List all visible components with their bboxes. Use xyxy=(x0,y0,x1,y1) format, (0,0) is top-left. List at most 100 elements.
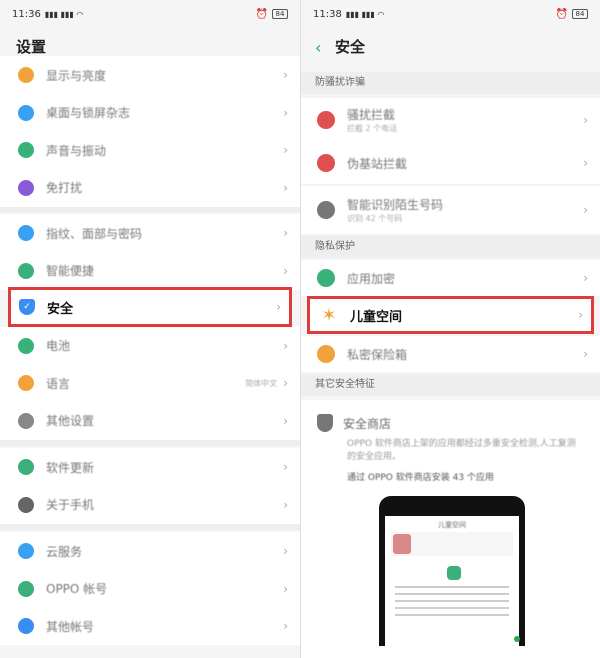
security-item-label: 应用加密 xyxy=(347,271,396,286)
settings-item-label: 桌面与锁屏杂志 xyxy=(46,106,131,120)
settings-item-security[interactable]: ✓ 安全 › xyxy=(8,287,292,327)
back-arrow-icon[interactable]: ‹ xyxy=(315,38,321,57)
status-bar: 11:36 ▮▮▮ ▮▮▮ ◠ ⏰ 84 xyxy=(0,0,300,28)
chevron-right-icon: › xyxy=(283,376,288,390)
settings-item-row[interactable]: 软件更新 › xyxy=(0,448,300,486)
chevron-right-icon: › xyxy=(276,300,281,314)
settings-item-row[interactable]: 免打扰 › xyxy=(0,168,300,207)
alarm-icon: ⏰ xyxy=(555,8,568,20)
page-title: 安全 xyxy=(335,38,366,56)
security-item[interactable]: 应用加密 › xyxy=(301,260,600,296)
shield-icon: ✓ xyxy=(19,299,35,315)
child-icon: ✶ xyxy=(321,304,337,326)
store-install-count: 通过 OPPO 软件商店安装 43 个应用 xyxy=(347,473,494,483)
moon-icon xyxy=(18,179,34,196)
chevron-right-icon: › xyxy=(283,263,288,278)
sun-icon xyxy=(18,67,34,83)
section-header-privacy: 隐私保护 xyxy=(301,236,600,258)
folder-icon xyxy=(317,345,335,363)
settings-item-row[interactable]: 显示与亮度 › xyxy=(0,56,300,94)
security-item-label: 私密保险箱 xyxy=(347,347,408,362)
security-item[interactable]: 伪基站拦截 › xyxy=(301,142,600,184)
desktop-icon xyxy=(18,104,34,121)
settings-item-label: OPPO 帐号 xyxy=(46,582,108,596)
settings-item-label: 电池 xyxy=(46,339,71,353)
battery-icon xyxy=(18,337,34,354)
section-header-other: 其它安全特征 xyxy=(301,374,600,396)
settings-item-label: 智能便捷 xyxy=(46,264,95,278)
chevron-right-icon: › xyxy=(283,105,288,120)
settings-item-row[interactable]: 其他设置 › xyxy=(0,401,300,440)
chevron-right-icon: › xyxy=(583,203,588,217)
chevron-right-icon: › xyxy=(283,460,288,474)
settings-item-label: 云服务 xyxy=(46,544,83,559)
security-item[interactable]: 私密保险箱 › xyxy=(301,336,600,372)
chevron-right-icon: › xyxy=(583,347,588,361)
chevron-right-icon: › xyxy=(583,271,588,285)
screenshot: 11:36 ▮▮▮ ▮▮▮ ◠ ⏰ 84 设置 显示与亮度 › 桌面与锁屏杂志 › 声音与振… xyxy=(0,0,600,658)
settings-item-label: 软件更新 xyxy=(46,460,95,475)
gear-icon xyxy=(18,412,34,429)
chevron-right-icon: › xyxy=(578,308,583,322)
alarm-icon: ⏰ xyxy=(255,8,268,20)
settings-item-label: 语言 xyxy=(46,376,71,391)
chevron-right-icon: › xyxy=(283,143,288,157)
chevron-right-icon: › xyxy=(283,581,288,596)
settings-item-row[interactable]: 语言 简体中文 › xyxy=(0,364,300,402)
security-screen: 11:38 ▮▮▮ ▮▮▮ ◠ ⏰ 84 ‹ 安全 防骚扰诈骗 隐私保护 其它安全特… xyxy=(300,0,600,658)
settings-item-row[interactable]: 电池 › xyxy=(0,326,300,365)
settings-item-label: 其他帐号 xyxy=(46,619,95,634)
settings-item-row[interactable]: 其他帐号 › xyxy=(0,607,300,645)
shield-icon xyxy=(447,566,461,580)
security-item-subtitle: 拦截 2 个电话 xyxy=(347,124,398,133)
user-icon xyxy=(18,580,34,597)
settings-item-row[interactable]: 声音与振动 › xyxy=(0,131,300,169)
settings-item-row[interactable]: 指纹、面部与密码 › xyxy=(0,214,300,252)
chevron-right-icon: › xyxy=(283,497,288,512)
time: 11:36 xyxy=(12,8,41,20)
settings-item-row[interactable]: 关于手机 › xyxy=(0,485,300,524)
security-item[interactable]: 骚扰拦截 拦截 2 个电话 › xyxy=(301,98,600,142)
settings-item-label: 安全 xyxy=(47,301,74,317)
security-item-label: 伪基站拦截 xyxy=(347,156,408,171)
settings-item-row[interactable]: 智能便捷 › xyxy=(0,251,300,290)
security-item[interactable]: 智能识别陌生号码 识别 42 个号码 › xyxy=(301,186,600,234)
settings-screen: 11:36 ▮▮▮ ▮▮▮ ◠ ⏰ 84 设置 显示与亮度 › 桌面与锁屏杂志 › 声音与振… xyxy=(0,0,300,658)
shield-icon xyxy=(317,414,333,432)
security-item-child-space[interactable]: ✶ 儿童空间 › xyxy=(307,296,594,334)
chevron-right-icon: › xyxy=(283,619,288,633)
phone-illustration: 儿童空间 xyxy=(379,496,525,646)
security-item-label: 智能识别陌生号码 xyxy=(347,198,444,212)
update-icon xyxy=(18,459,34,475)
person-icon xyxy=(317,201,335,219)
settings-item-row[interactable]: 云服务 › xyxy=(0,532,300,570)
settings-item-label: 指纹、面部与密码 xyxy=(46,226,143,241)
page-indicator xyxy=(514,636,520,642)
safe-store-card[interactable]: 安全商店 OPPO 软件商店上架的应用都经过多重安全检测,人工复测的安全应用。 … xyxy=(301,400,600,658)
security-item-label: 儿童空间 xyxy=(350,309,403,325)
language-icon xyxy=(18,375,34,391)
settings-item-value: 简体中文 xyxy=(245,378,278,388)
antenna-icon xyxy=(317,154,335,172)
chevron-right-icon: › xyxy=(283,226,288,240)
settings-item-label: 显示与亮度 xyxy=(46,68,107,83)
chevron-right-icon: › xyxy=(283,180,288,195)
chevron-right-icon: › xyxy=(283,68,288,82)
store-description: OPPO 软件商店上架的应用都经过多重安全检测,人工复测的安全应用。 xyxy=(347,439,576,462)
settings-item-label: 声音与振动 xyxy=(46,143,107,158)
store-name: 安全商店 xyxy=(343,416,392,431)
user-icon xyxy=(18,618,34,634)
settings-item-label: 关于手机 xyxy=(46,498,95,512)
text-lines xyxy=(395,586,509,621)
lock-icon xyxy=(317,269,335,287)
signal-icon: ▮▮▮ ▮▮▮ ◠ xyxy=(44,9,84,19)
chevron-right-icon: › xyxy=(283,338,288,353)
block-icon xyxy=(317,111,335,129)
settings-item-row[interactable]: OPPO 帐号 › xyxy=(0,569,300,608)
chevron-right-icon: › xyxy=(583,113,588,127)
avatar xyxy=(393,534,411,554)
app-card xyxy=(391,532,513,556)
section-header-fraud: 防骚扰诈骗 xyxy=(301,72,600,94)
chevron-right-icon: › xyxy=(283,544,288,558)
settings-item-row[interactable]: 桌面与锁屏杂志 › xyxy=(0,93,300,132)
